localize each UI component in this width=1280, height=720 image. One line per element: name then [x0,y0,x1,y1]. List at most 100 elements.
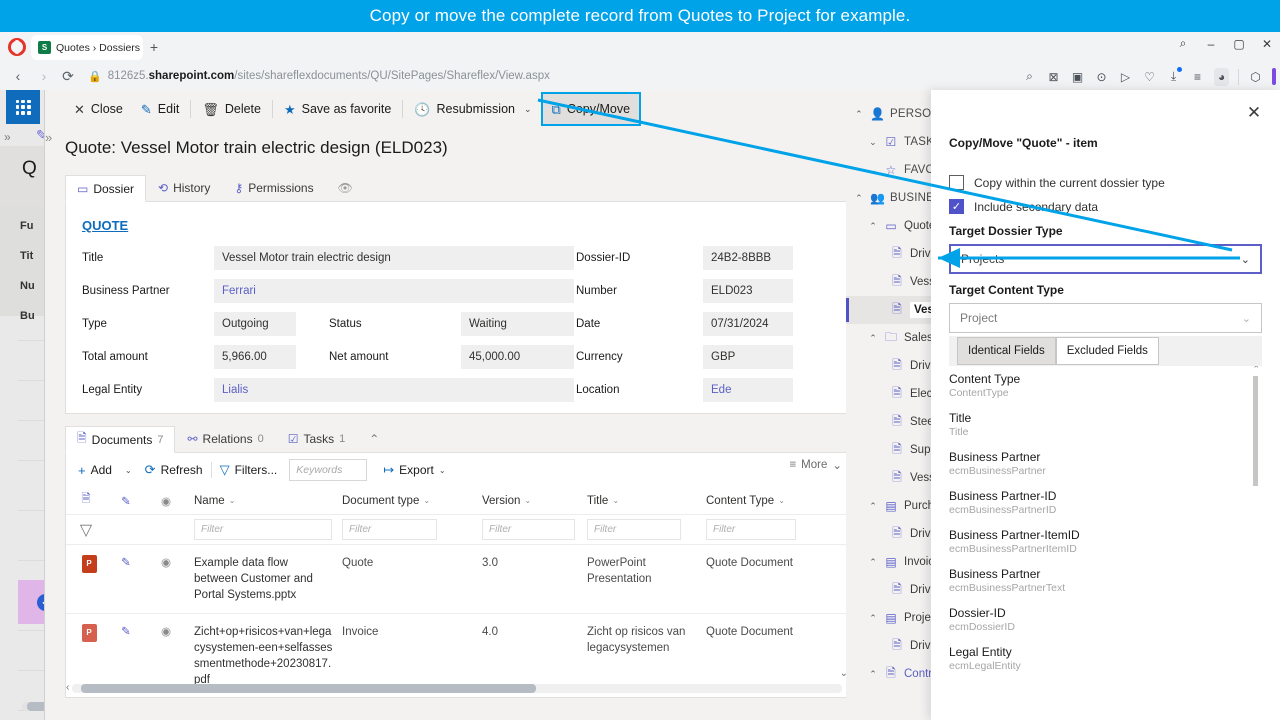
tab-excluded-fields[interactable]: Excluded Fields [1055,337,1159,365]
background-expand-chevron-icon[interactable]: » [4,130,11,144]
save-as-favorite-button[interactable]: ★ Save as favorite [275,94,400,124]
cell-name[interactable]: Zicht+op+risicos+van+legacysystemen-een+… [186,624,334,688]
column-header-title[interactable]: Title ⌄ [579,495,698,507]
opera-sidebar-icon[interactable]: ⬡ [1248,70,1263,84]
back-button[interactable]: ‹ [10,68,26,84]
row-preview-icon[interactable]: ◉ [146,555,186,603]
tab-permissions[interactable]: ⚷ Permissions [222,174,325,201]
search-icon[interactable]: ⌕ [1022,69,1037,84]
checkbox-checked-icon[interactable]: ✓ [949,199,964,214]
column-header-version[interactable]: Version ⌄ [474,495,579,507]
filter-input-document-type[interactable]: Filter [342,519,437,540]
keywords-input[interactable]: Keywords [289,459,368,481]
list-icon[interactable]: ≡ [1190,70,1205,84]
close-icon[interactable]: ✕ [1244,103,1264,123]
export-button[interactable]: ↦ Export ⌄ [375,457,453,483]
list-item[interactable]: Legal Entity ecmLegalEntity [949,645,1239,673]
field-value-location[interactable]: Ede [703,378,793,402]
edit-button[interactable]: ✎ Edit [132,94,188,124]
more-button[interactable]: ≡ More ⌄ [789,458,842,472]
chevron-down-icon[interactable]: ⌄ [1242,312,1251,325]
camera-icon[interactable]: ▣ [1070,70,1085,84]
forward-button[interactable]: › [36,68,52,84]
target-content-type-select[interactable]: Project ⌄ [949,303,1262,333]
tab-identical-fields[interactable]: Identical Fields [957,337,1056,365]
maximize-button[interactable]: ▢ [1232,37,1246,51]
field-value-net-amount[interactable]: 45,000.00 [461,345,574,369]
list-item[interactable]: Title Title [949,411,1239,439]
profile-icon[interactable]: ◕ [1214,67,1229,86]
scroll-up-icon[interactable]: ⌃ [1252,366,1260,375]
list-item[interactable]: Content Type ContentType [949,372,1239,400]
fields-vertical-scrollbar[interactable] [1253,376,1258,720]
new-tab-button[interactable]: + [147,40,161,55]
checkbox-unchecked-icon[interactable] [949,175,964,190]
documents-horizontal-scrollbar[interactable] [72,684,842,693]
heart-icon[interactable]: ♡ [1142,70,1157,84]
copy-move-button[interactable]: ⧉ Copy/Move [540,92,642,126]
url-field[interactable]: 🔒 8126z5.sharepoint.com/sites/shareflexd… [88,66,550,86]
column-header-document-type[interactable]: Document type ⌄ [334,495,474,507]
twisty-icon[interactable]: ⌃ [868,557,878,568]
close-button[interactable]: ✕ Close [65,94,132,124]
field-value-date[interactable]: 07/31/2024 [703,312,793,336]
app-launcher-icon[interactable] [6,90,40,124]
list-item[interactable]: Dossier-ID ecmDossierID [949,606,1239,634]
resubmission-button[interactable]: 🕓 Resubmission ⌄ [405,94,540,124]
filter-icon[interactable]: ▽ [66,520,106,540]
row-edit-icon[interactable]: ✎ [106,624,146,688]
field-value-business-partner[interactable]: Ferrari [214,279,574,303]
column-header-content-type[interactable]: Content Type ⌄ [698,495,828,507]
twisty-icon[interactable]: ⌃ [868,501,878,512]
fields-list[interactable]: Content Type ContentType Title Title Bus… [949,366,1262,720]
checkbox-copy-within-dossier-type[interactable]: Copy within the current dossier type [949,175,1165,190]
tab-dossier[interactable]: ▭ Dossier [65,175,147,202]
browser-search-icon[interactable]: ⌕ [1176,36,1190,51]
field-value-number[interactable]: ELD023 [703,279,793,303]
twisty-icon[interactable]: ⌃ [868,669,878,680]
sidebar-expand-chevron-icon[interactable]: » [45,130,52,145]
twisty-icon[interactable]: ⌄ [868,137,878,148]
list-item[interactable]: Business Partner-ItemID ecmBusinessPartn… [949,528,1239,556]
twisty-icon[interactable]: ⌃ [868,613,878,624]
collapse-section-button[interactable]: ⌃ [357,425,391,452]
chevron-down-icon[interactable]: ⌄ [524,104,532,115]
list-item[interactable]: Business Partner ecmBusinessPartnerText [949,567,1239,595]
checkbox-include-secondary-data[interactable]: ✓ Include secondary data [949,199,1098,214]
play-icon[interactable]: ▷ [1118,70,1133,84]
tab-relations[interactable]: ⚯ Relations 0 [175,425,275,452]
twisty-icon[interactable]: ⌃ [868,221,878,232]
tab-documents[interactable]: 🗎 Documents 7 [65,426,176,453]
download-icon[interactable]: ⤓ [1166,67,1182,84]
delete-button[interactable]: 🗑 Delete [193,94,270,124]
shield-icon[interactable]: ⊙ [1094,70,1109,84]
quote-section-link[interactable]: QUOTE [82,218,128,233]
list-item[interactable]: Business Partner ecmBusinessPartner [949,450,1239,478]
add-button[interactable]: + Add [70,457,120,483]
filters-button[interactable]: ▽ Filters... [212,457,286,483]
edit-box-icon[interactable]: ⊠ [1046,70,1061,84]
field-value-status[interactable]: Waiting [461,312,574,336]
field-value-legal-entity[interactable]: Lialis [214,378,574,402]
target-dossier-type-select[interactable]: Projects ⌄ [949,244,1262,274]
twisty-icon[interactable]: ⌃ [854,109,864,120]
twisty-icon[interactable]: ⌄ [868,165,878,176]
row-edit-icon[interactable]: ✎ [106,555,146,603]
field-value-total-amount[interactable]: 5,966.00 [214,345,296,369]
field-value-currency[interactable]: GBP [703,345,793,369]
filter-input-title[interactable]: Filter [587,519,681,540]
cell-name[interactable]: Example data flow between Customer and P… [186,555,334,603]
row-preview-icon[interactable]: ◉ [146,624,186,688]
column-header-name[interactable]: Name ⌄ [186,495,334,507]
filter-input-content-type[interactable]: Filter [706,519,796,540]
field-value-type[interactable]: Outgoing [214,312,296,336]
tab-hidden-fields[interactable]: 👁 [326,174,365,201]
browser-tab[interactable]: S Quotes › Dossiers [31,35,143,60]
tab-tasks[interactable]: ☑ Tasks 1 [276,425,358,452]
twisty-icon[interactable]: ⌃ [868,333,878,344]
chevron-down-icon[interactable]: ⌄ [1241,253,1250,266]
minimize-button[interactable]: – [1204,37,1218,51]
filter-input-version[interactable]: Filter [482,519,575,540]
close-window-button[interactable]: ✕ [1260,37,1274,51]
add-dropdown-button[interactable]: ⌄ [120,457,137,483]
